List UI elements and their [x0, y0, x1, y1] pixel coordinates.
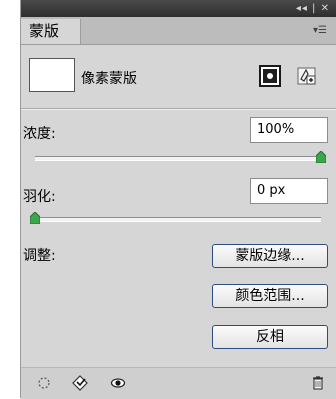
density-label: 浓度:: [23, 126, 56, 142]
color-range-button[interactable]: 颜色范围...: [212, 284, 328, 308]
density-slider-track[interactable]: [35, 156, 321, 161]
trash-icon[interactable]: [309, 374, 327, 392]
vector-mask-icon[interactable]: [297, 66, 317, 86]
eye-icon[interactable]: [109, 374, 127, 392]
masks-panel: ◂◂ | ✕ 蒙版 ▾☰ 像素蒙版 浓度: 100% 羽化: 0 px 调整: …: [20, 0, 336, 399]
mask-edge-button[interactable]: 蒙版边缘...: [212, 244, 328, 268]
density-input[interactable]: 100%: [250, 117, 328, 143]
density-slider-thumb[interactable]: [316, 151, 326, 163]
window-controls[interactable]: ◂◂ | ✕: [296, 1, 330, 16]
panel-footer: [21, 367, 336, 399]
tab-bar: 蒙版 ▾☰: [21, 17, 336, 45]
panel-titlebar: ◂◂ | ✕: [21, 0, 336, 17]
feather-slider-track[interactable]: [35, 217, 321, 222]
tab-label: 蒙版: [29, 22, 60, 40]
invert-button[interactable]: 反相: [212, 325, 328, 349]
tab-masks[interactable]: 蒙版: [21, 19, 81, 44]
divider: [21, 108, 336, 110]
mask-title: 像素蒙版: [81, 71, 137, 87]
feather-slider-thumb[interactable]: [30, 212, 40, 224]
refine-label: 调整:: [23, 248, 56, 264]
feather-input[interactable]: 0 px: [250, 178, 328, 204]
pixel-mask-icon[interactable]: [259, 65, 281, 87]
panel-menu-icon[interactable]: ▾☰: [313, 25, 327, 36]
mask-thumbnail[interactable]: [29, 58, 75, 92]
apply-mask-icon[interactable]: [71, 374, 89, 392]
load-selection-icon[interactable]: [35, 374, 53, 392]
feather-label: 羽化:: [23, 189, 56, 205]
